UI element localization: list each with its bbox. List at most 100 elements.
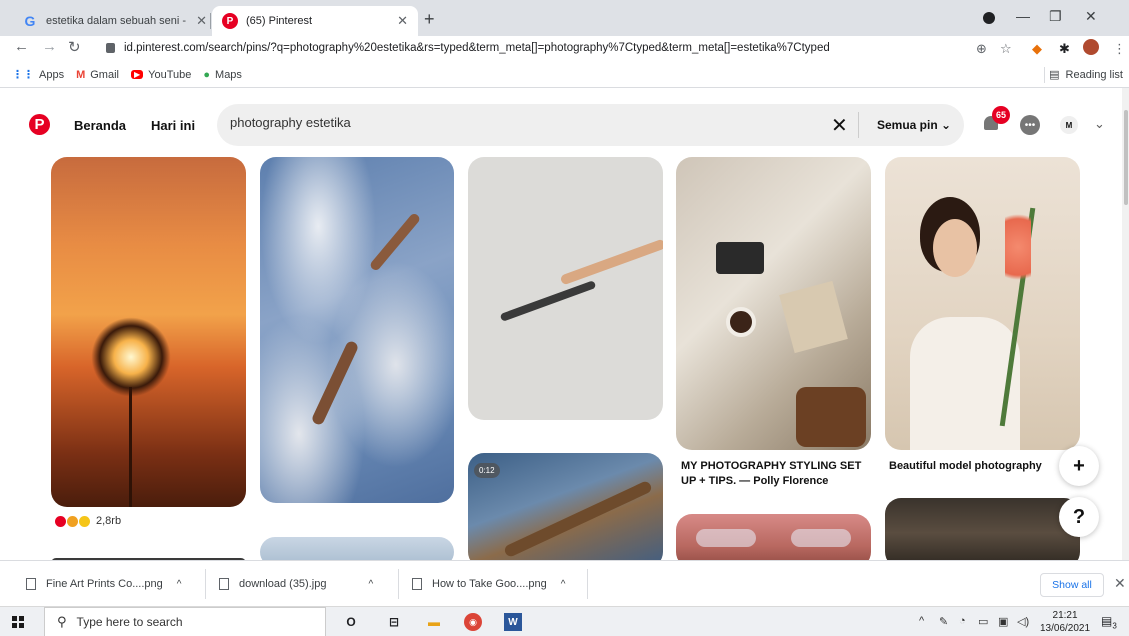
coffee-cup-image	[726, 307, 756, 337]
pin-dandelion-sunset[interactable]	[51, 157, 246, 507]
search-input[interactable]	[230, 115, 790, 130]
pin-hands-sky[interactable]	[260, 157, 454, 503]
forward-icon[interactable]: →	[42, 38, 57, 55]
new-tab-button[interactable]: +	[424, 9, 435, 30]
extensions-puzzle-icon[interactable]: ✱	[1059, 41, 1070, 57]
extension-icon[interactable]: ◆	[1032, 41, 1042, 57]
face-image	[933, 219, 977, 277]
messages-icon[interactable]: •••	[1020, 115, 1040, 135]
download-item[interactable]: download (35).jpg ^	[219, 561, 373, 607]
cortana-icon[interactable]: O	[342, 613, 360, 631]
battery-icon[interactable]: ▭	[978, 615, 988, 628]
tab-google[interactable]: G estetika dalam sebuah seni - Pen ✕	[12, 6, 217, 36]
file-explorer-icon[interactable]: ▬	[425, 613, 443, 631]
windows-start-icon[interactable]	[12, 616, 24, 628]
youtube-icon: ▶	[130, 70, 144, 79]
bag-image	[796, 387, 866, 447]
menu-icon[interactable]: ⋮	[1113, 41, 1126, 57]
gladiolus-image	[1005, 202, 1031, 292]
tab-title: (65) Pinterest	[246, 15, 313, 27]
system-clock[interactable]: 21:21 13/06/2021	[1040, 609, 1090, 635]
account-chevron-down-icon[interactable]: ⌄	[1094, 116, 1105, 132]
pin-photography-flatlay[interactable]	[676, 157, 871, 450]
help-button[interactable]: ?	[1059, 497, 1099, 537]
notebook-image	[779, 280, 848, 354]
task-view-icon[interactable]: ⊟	[385, 613, 403, 631]
camera-image	[716, 242, 764, 274]
reading-list-button[interactable]: ▤ Reading list	[1049, 68, 1123, 82]
pen-icon[interactable]: ✎	[939, 615, 948, 628]
pin-hand-shadow[interactable]	[468, 157, 663, 420]
filter-dropdown[interactable]: Semua pin ⌄	[877, 118, 951, 132]
file-icon	[26, 578, 36, 590]
tab-divider	[210, 13, 211, 29]
shadow-image	[499, 280, 597, 322]
close-download-shelf-icon[interactable]: ✕	[1114, 575, 1126, 592]
bookmark-youtube[interactable]: ▶ YouTube	[130, 69, 191, 81]
scrollbar-thumb[interactable]	[1124, 110, 1128, 205]
pin-model-flower[interactable]	[885, 157, 1080, 450]
heart-reaction-icon	[55, 515, 66, 527]
profile-icon[interactable]	[983, 12, 995, 24]
action-center-icon[interactable]: ▤3	[1101, 614, 1117, 630]
show-all-button[interactable]: Show all	[1040, 573, 1104, 597]
tab-title: estetika dalam sebuah seni - Pen	[46, 15, 190, 27]
google-icon: G	[24, 13, 36, 29]
chevron-up-icon[interactable]: ^	[561, 579, 566, 590]
clock-time: 21:21	[1052, 610, 1078, 621]
pinterest-logo-icon[interactable]: P	[29, 114, 50, 135]
download-item[interactable]: How to Take Goo....png ^	[412, 561, 565, 607]
file-icon	[412, 578, 422, 590]
taskbar-search[interactable]: ⚲ Type here to search	[44, 607, 326, 636]
bookmark-maps[interactable]: ● Maps	[203, 69, 242, 81]
window-close-button[interactable]: ✕	[1085, 8, 1097, 25]
chrome-icon[interactable]: ◉	[464, 613, 482, 631]
close-icon[interactable]: ✕	[397, 13, 408, 29]
bookmark-gmail[interactable]: M Gmail	[76, 69, 119, 81]
wifi-icon[interactable]: ◔	[959, 615, 966, 627]
back-icon[interactable]: ←	[14, 38, 29, 55]
divider	[1044, 67, 1045, 83]
search-icon: ⚲	[57, 614, 67, 629]
dandelion-image	[91, 317, 171, 397]
add-pin-button[interactable]: +	[1059, 446, 1099, 486]
tab-pinterest[interactable]: P (65) Pinterest ✕	[212, 6, 418, 36]
branch-image	[502, 479, 654, 559]
chevron-up-icon[interactable]: ^	[177, 579, 182, 590]
profile-avatar-icon[interactable]	[1083, 39, 1099, 55]
pin-caption[interactable]: MY PHOTOGRAPHY STYLING SET UP + TIPS. — …	[681, 459, 869, 489]
avatar[interactable]: M	[1060, 116, 1078, 134]
reload-icon[interactable]: ↻	[68, 38, 81, 56]
download-filename: How to Take Goo....png	[432, 578, 547, 590]
divider	[205, 569, 206, 599]
maximize-button[interactable]: ❐	[1049, 8, 1062, 25]
pin-caption[interactable]: Beautiful model photography	[889, 459, 1059, 474]
apps-grid-icon: ⋮⋮	[12, 69, 34, 81]
install-app-icon[interactable]: ⊕	[976, 41, 987, 57]
word-icon[interactable]: W	[504, 613, 522, 631]
pin-fabric[interactable]	[885, 498, 1080, 568]
pin-reactions[interactable]: 2,8rb	[55, 515, 121, 527]
notification-count: 3	[1112, 621, 1117, 631]
divider	[858, 112, 859, 138]
volume-icon[interactable]: ◁)	[1017, 615, 1029, 628]
bookmark-apps[interactable]: ⋮⋮ Apps	[12, 68, 64, 82]
nav-today[interactable]: Hari ini	[151, 118, 195, 133]
clear-search-icon[interactable]: ✕	[831, 113, 848, 138]
download-item[interactable]: Fine Art Prints Co....png ^	[26, 561, 181, 607]
bookmark-star-icon[interactable]: ☆	[1000, 41, 1012, 57]
gmail-icon: M	[76, 68, 86, 81]
show-hidden-icons-icon[interactable]: ^	[919, 615, 924, 627]
bookmark-label: Gmail	[90, 68, 119, 81]
windows-taskbar: ⚲ Type here to search O ⊟ ▬ ◉ W ^ ✎ ◔ ▭ …	[0, 606, 1129, 636]
love-eyes-reaction-icon	[79, 515, 90, 527]
chevron-up-icon[interactable]: ^	[368, 579, 373, 590]
close-icon[interactable]: ✕	[196, 13, 207, 29]
network-icon[interactable]: ▣	[998, 615, 1008, 628]
nav-home[interactable]: Beranda	[74, 118, 126, 133]
taskbar-search-placeholder: Type here to search	[76, 615, 183, 629]
filter-label: Semua pin	[877, 118, 938, 132]
address-bar[interactable]: id.pinterest.com/search/pins/?q=photogra…	[94, 36, 964, 60]
minimize-button[interactable]: —	[1016, 8, 1030, 24]
bottle-image	[696, 529, 756, 547]
